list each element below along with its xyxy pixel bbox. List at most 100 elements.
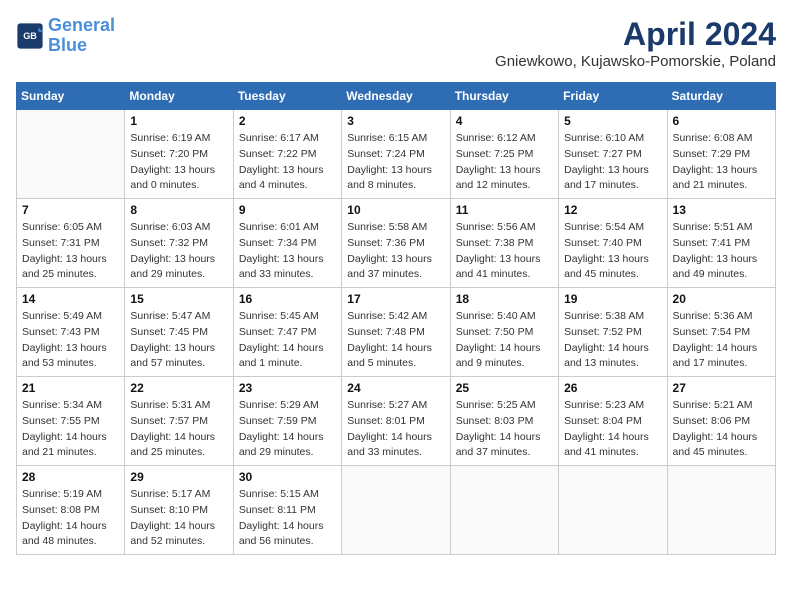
week-row-1: 7 Sunrise: 6:05 AMSunset: 7:31 PMDayligh… (17, 199, 776, 288)
day-number: 19 (564, 292, 661, 306)
day-number: 14 (22, 292, 119, 306)
week-row-3: 21 Sunrise: 5:34 AMSunset: 7:55 PMDaylig… (17, 377, 776, 466)
day-detail: Sunrise: 5:58 AMSunset: 7:36 PMDaylight:… (347, 220, 444, 283)
day-detail: Sunrise: 5:23 AMSunset: 8:04 PMDaylight:… (564, 398, 661, 461)
day-detail: Sunrise: 6:08 AMSunset: 7:29 PMDaylight:… (673, 131, 770, 194)
week-row-4: 28 Sunrise: 5:19 AMSunset: 8:08 PMDaylig… (17, 466, 776, 555)
day-detail: Sunrise: 6:17 AMSunset: 7:22 PMDaylight:… (239, 131, 336, 194)
calendar-cell (667, 466, 775, 555)
day-detail: Sunrise: 5:49 AMSunset: 7:43 PMDaylight:… (22, 309, 119, 372)
day-detail: Sunrise: 5:45 AMSunset: 7:47 PMDaylight:… (239, 309, 336, 372)
calendar-cell: 29 Sunrise: 5:17 AMSunset: 8:10 PMDaylig… (125, 466, 233, 555)
weekday-header-row: SundayMondayTuesdayWednesdayThursdayFrid… (17, 83, 776, 110)
svg-text:GB: GB (23, 31, 37, 41)
day-detail: Sunrise: 5:36 AMSunset: 7:54 PMDaylight:… (673, 309, 770, 372)
day-detail: Sunrise: 5:19 AMSunset: 8:08 PMDaylight:… (22, 487, 119, 550)
day-detail: Sunrise: 5:21 AMSunset: 8:06 PMDaylight:… (673, 398, 770, 461)
day-number: 10 (347, 203, 444, 217)
calendar-cell: 1 Sunrise: 6:19 AMSunset: 7:20 PMDayligh… (125, 110, 233, 199)
calendar-cell: 27 Sunrise: 5:21 AMSunset: 8:06 PMDaylig… (667, 377, 775, 466)
day-detail: Sunrise: 5:25 AMSunset: 8:03 PMDaylight:… (456, 398, 553, 461)
calendar-cell: 3 Sunrise: 6:15 AMSunset: 7:24 PMDayligh… (342, 110, 450, 199)
day-number: 12 (564, 203, 661, 217)
day-detail: Sunrise: 5:56 AMSunset: 7:38 PMDaylight:… (456, 220, 553, 283)
calendar-cell: 8 Sunrise: 6:03 AMSunset: 7:32 PMDayligh… (125, 199, 233, 288)
calendar-cell: 26 Sunrise: 5:23 AMSunset: 8:04 PMDaylig… (559, 377, 667, 466)
calendar-cell: 23 Sunrise: 5:29 AMSunset: 7:59 PMDaylig… (233, 377, 341, 466)
week-row-0: 1 Sunrise: 6:19 AMSunset: 7:20 PMDayligh… (17, 110, 776, 199)
day-number: 16 (239, 292, 336, 306)
logo-icon: GB (16, 22, 44, 50)
day-detail: Sunrise: 6:12 AMSunset: 7:25 PMDaylight:… (456, 131, 553, 194)
day-number: 15 (130, 292, 227, 306)
calendar-cell: 22 Sunrise: 5:31 AMSunset: 7:57 PMDaylig… (125, 377, 233, 466)
day-number: 9 (239, 203, 336, 217)
calendar-cell: 7 Sunrise: 6:05 AMSunset: 7:31 PMDayligh… (17, 199, 125, 288)
calendar-cell: 19 Sunrise: 5:38 AMSunset: 7:52 PMDaylig… (559, 288, 667, 377)
day-number: 24 (347, 381, 444, 395)
day-number: 28 (22, 470, 119, 484)
weekday-header-monday: Monday (125, 83, 233, 110)
calendar-cell (342, 466, 450, 555)
day-number: 23 (239, 381, 336, 395)
calendar-cell: 24 Sunrise: 5:27 AMSunset: 8:01 PMDaylig… (342, 377, 450, 466)
day-number: 29 (130, 470, 227, 484)
day-detail: Sunrise: 6:19 AMSunset: 7:20 PMDaylight:… (130, 131, 227, 194)
day-number: 3 (347, 114, 444, 128)
day-detail: Sunrise: 5:29 AMSunset: 7:59 PMDaylight:… (239, 398, 336, 461)
day-detail: Sunrise: 5:15 AMSunset: 8:11 PMDaylight:… (239, 487, 336, 550)
calendar-cell: 14 Sunrise: 5:49 AMSunset: 7:43 PMDaylig… (17, 288, 125, 377)
day-number: 1 (130, 114, 227, 128)
logo-line2: Blue (48, 35, 87, 55)
calendar-cell: 18 Sunrise: 5:40 AMSunset: 7:50 PMDaylig… (450, 288, 558, 377)
day-number: 25 (456, 381, 553, 395)
day-detail: Sunrise: 5:38 AMSunset: 7:52 PMDaylight:… (564, 309, 661, 372)
weekday-header-saturday: Saturday (667, 83, 775, 110)
calendar-cell: 6 Sunrise: 6:08 AMSunset: 7:29 PMDayligh… (667, 110, 775, 199)
calendar-cell: 17 Sunrise: 5:42 AMSunset: 7:48 PMDaylig… (342, 288, 450, 377)
logo-text: General Blue (48, 16, 115, 56)
calendar-cell: 15 Sunrise: 5:47 AMSunset: 7:45 PMDaylig… (125, 288, 233, 377)
day-detail: Sunrise: 6:10 AMSunset: 7:27 PMDaylight:… (564, 131, 661, 194)
day-detail: Sunrise: 6:03 AMSunset: 7:32 PMDaylight:… (130, 220, 227, 283)
calendar-cell: 16 Sunrise: 5:45 AMSunset: 7:47 PMDaylig… (233, 288, 341, 377)
day-detail: Sunrise: 5:51 AMSunset: 7:41 PMDaylight:… (673, 220, 770, 283)
calendar-cell: 21 Sunrise: 5:34 AMSunset: 7:55 PMDaylig… (17, 377, 125, 466)
calendar-cell (450, 466, 558, 555)
weekday-header-tuesday: Tuesday (233, 83, 341, 110)
logo: GB General Blue (16, 16, 115, 56)
day-number: 22 (130, 381, 227, 395)
calendar-cell: 9 Sunrise: 6:01 AMSunset: 7:34 PMDayligh… (233, 199, 341, 288)
day-detail: Sunrise: 5:17 AMSunset: 8:10 PMDaylight:… (130, 487, 227, 550)
day-number: 6 (673, 114, 770, 128)
day-number: 21 (22, 381, 119, 395)
calendar-cell: 28 Sunrise: 5:19 AMSunset: 8:08 PMDaylig… (17, 466, 125, 555)
calendar-cell (559, 466, 667, 555)
weekday-header-friday: Friday (559, 83, 667, 110)
calendar-cell: 5 Sunrise: 6:10 AMSunset: 7:27 PMDayligh… (559, 110, 667, 199)
day-detail: Sunrise: 5:27 AMSunset: 8:01 PMDaylight:… (347, 398, 444, 461)
day-detail: Sunrise: 5:31 AMSunset: 7:57 PMDaylight:… (130, 398, 227, 461)
day-detail: Sunrise: 6:15 AMSunset: 7:24 PMDaylight:… (347, 131, 444, 194)
weekday-header-wednesday: Wednesday (342, 83, 450, 110)
day-number: 8 (130, 203, 227, 217)
calendar-cell: 12 Sunrise: 5:54 AMSunset: 7:40 PMDaylig… (559, 199, 667, 288)
calendar-cell: 2 Sunrise: 6:17 AMSunset: 7:22 PMDayligh… (233, 110, 341, 199)
day-detail: Sunrise: 6:01 AMSunset: 7:34 PMDaylight:… (239, 220, 336, 283)
day-number: 20 (673, 292, 770, 306)
calendar-cell: 13 Sunrise: 5:51 AMSunset: 7:41 PMDaylig… (667, 199, 775, 288)
day-detail: Sunrise: 6:05 AMSunset: 7:31 PMDaylight:… (22, 220, 119, 283)
day-number: 7 (22, 203, 119, 217)
day-detail: Sunrise: 5:40 AMSunset: 7:50 PMDaylight:… (456, 309, 553, 372)
day-number: 27 (673, 381, 770, 395)
calendar-cell: 25 Sunrise: 5:25 AMSunset: 8:03 PMDaylig… (450, 377, 558, 466)
day-number: 30 (239, 470, 336, 484)
weekday-header-thursday: Thursday (450, 83, 558, 110)
day-detail: Sunrise: 5:47 AMSunset: 7:45 PMDaylight:… (130, 309, 227, 372)
logo-line1: General (48, 15, 115, 35)
calendar-cell (17, 110, 125, 199)
day-number: 4 (456, 114, 553, 128)
week-row-2: 14 Sunrise: 5:49 AMSunset: 7:43 PMDaylig… (17, 288, 776, 377)
title-block: April 2024 Gniewkowo, Kujawsko-Pomorskie… (495, 16, 776, 70)
day-detail: Sunrise: 5:42 AMSunset: 7:48 PMDaylight:… (347, 309, 444, 372)
